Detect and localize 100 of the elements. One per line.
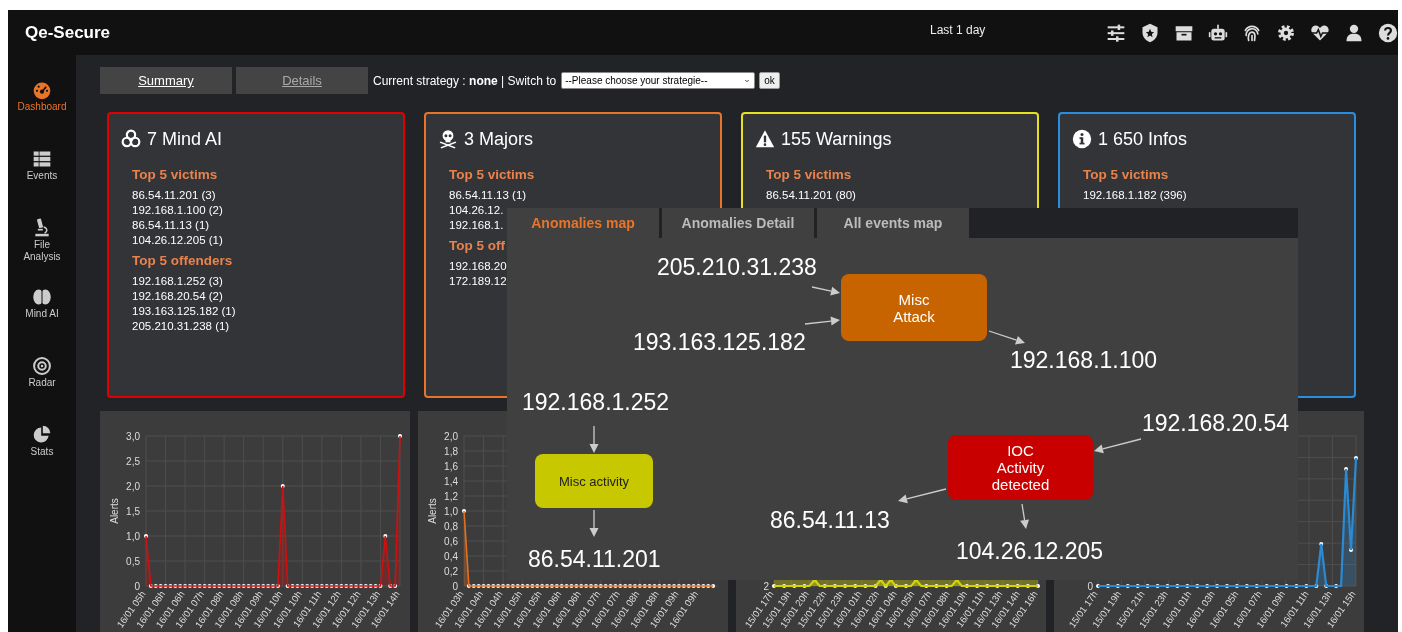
shield-icon[interactable]: [1140, 22, 1160, 43]
section-heading: Top 5 offenders: [132, 253, 233, 268]
axis-tick-label: 1,0: [126, 530, 140, 542]
sidebar-item[interactable]: Radar: [12, 356, 72, 425]
list-entry: 192.168.1.252 (3): [132, 274, 223, 289]
pie-chart-icon: [32, 425, 52, 445]
list-entry: 192.168.1.: [449, 218, 504, 233]
app-title: Qe-Secure: [25, 22, 112, 43]
ip-address: 192.168.1.252: [522, 389, 670, 415]
section-heading: Top 5 victims: [449, 167, 535, 182]
tab[interactable]: All events map: [817, 208, 969, 238]
ip-address: 104.26.12.205: [956, 538, 1104, 564]
robot-icon[interactable]: [1208, 22, 1228, 43]
axis-title: Alerts: [109, 498, 120, 524]
axis-tick-label: 0,5: [126, 555, 140, 567]
data-point: [383, 534, 388, 538]
strategy-label: Current strategy : none | Switch to: [373, 73, 557, 88]
ip-address: 86.54.11.13: [770, 507, 890, 533]
microscope-icon: [32, 218, 52, 238]
list-entry: 104.26.12.: [449, 203, 504, 218]
section-heading: Top 5 off: [449, 238, 505, 253]
sliders-icon[interactable]: [1106, 22, 1126, 43]
ip-address: 193.163.125.182: [633, 329, 806, 355]
data-point: [462, 509, 466, 513]
axis-tick-label: 0,4: [444, 550, 458, 562]
tab[interactable]: Details: [236, 67, 368, 94]
user-icon[interactable]: [1344, 22, 1364, 43]
skull-crossbones-icon: [438, 129, 458, 149]
axis-tick-label: 1,0: [444, 505, 458, 517]
axis-tick-label: 2,0: [126, 480, 140, 492]
brain-icon: [32, 287, 52, 307]
card-title: 1 650 Infos: [1098, 128, 1188, 150]
axis-tick-label: 1,4: [444, 475, 458, 487]
card-title: 3 Majors: [464, 128, 534, 150]
ip-address: 192.168.1.100: [1010, 347, 1158, 373]
category-node: Misc activity: [535, 454, 653, 508]
axis-tick-label: 0: [1087, 580, 1093, 592]
info-icon: [1072, 129, 1092, 149]
arrow: [589, 509, 599, 537]
arrow: [1094, 438, 1142, 454]
ip-address: 86.54.11.201: [528, 546, 661, 572]
list-icon: [32, 149, 52, 169]
arrow: [988, 330, 1025, 345]
section-heading: Top 5 victims: [1083, 167, 1169, 182]
data-point: [398, 434, 402, 438]
section-heading: Top 5 victims: [766, 167, 852, 182]
tab[interactable]: Anomalies Detail: [662, 208, 814, 238]
arrow: [804, 316, 840, 326]
category-node: IOC Activity detected: [948, 435, 1093, 500]
list-entry: 205.210.31.238 (1): [132, 319, 230, 334]
ip-address: 192.168.20.54: [1142, 410, 1290, 436]
sidebar-item[interactable]: File Analysis: [12, 218, 72, 287]
sidebar-item[interactable]: Stats: [12, 425, 72, 494]
period-label: Last 1 day: [930, 23, 986, 37]
list-entry: 192.168.1.100 (2): [132, 203, 223, 218]
list-entry: 172.189.12: [449, 274, 507, 289]
settings-icon[interactable]: [1276, 22, 1296, 43]
warning-icon: [755, 129, 775, 149]
axis-tick-label: 0,8: [444, 520, 458, 532]
axis-tick-label: 0,2: [444, 565, 458, 577]
list-entry: 86.54.11.13 (1): [449, 188, 527, 203]
axis-tick-label: 1,2: [444, 490, 458, 502]
list-entry: 192.168.20.54 (2): [132, 289, 223, 304]
sidebar-item[interactable]: Events: [12, 149, 72, 218]
caret-icon: [743, 77, 752, 84]
axis-title: Alerts: [427, 498, 438, 524]
gauge-icon: [32, 80, 52, 100]
ok-button[interactable]: ok: [759, 72, 780, 89]
list-entry: 86.54.11.201 (3): [132, 188, 216, 203]
card-title: 155 Warnings: [781, 128, 892, 150]
arrow: [898, 488, 947, 504]
axis-tick-label: 2: [763, 580, 769, 592]
help-icon[interactable]: [1378, 22, 1398, 43]
arrow: [811, 286, 840, 296]
axis-tick-label: 1,5: [126, 505, 140, 517]
arrow: [1020, 503, 1029, 529]
ip-address: 205.210.31.238: [657, 254, 817, 280]
biohazard-icon: [121, 129, 141, 149]
sidebar-item[interactable]: Mind AI: [12, 287, 72, 356]
axis-tick-label: 2,0: [444, 430, 458, 442]
tab[interactable]: Summary: [100, 67, 232, 94]
axis-tick-label: 1,6: [444, 460, 458, 472]
axis-tick-label: 2,5: [126, 455, 140, 467]
list-entry: 104.26.12.205 (1): [132, 233, 223, 248]
list-entry: 192.168.20: [449, 259, 507, 274]
axis-tick-label: 0: [452, 580, 458, 592]
axis-tick-label: 1,8: [444, 445, 458, 457]
arrow: [589, 425, 599, 453]
strategy-select[interactable]: --Please choose your strategie--: [561, 72, 756, 89]
sidebar-item[interactable]: Dashboard: [12, 80, 72, 149]
section-heading: Top 5 victims: [132, 167, 218, 182]
category-node: Misc Attack: [841, 274, 987, 341]
list-entry: 86.54.11.201 (80): [766, 188, 856, 203]
list-entry: 86.54.11.13 (1): [132, 218, 210, 233]
card-title: 7 Mind AI: [147, 128, 223, 150]
list-entry: 192.168.1.182 (396): [1083, 188, 1187, 203]
axis-tick-label: 3,0: [126, 430, 140, 442]
axis-tick-label: 0: [134, 580, 140, 592]
data-point: [280, 484, 285, 488]
axis-tick-label: 0,6: [444, 535, 458, 547]
